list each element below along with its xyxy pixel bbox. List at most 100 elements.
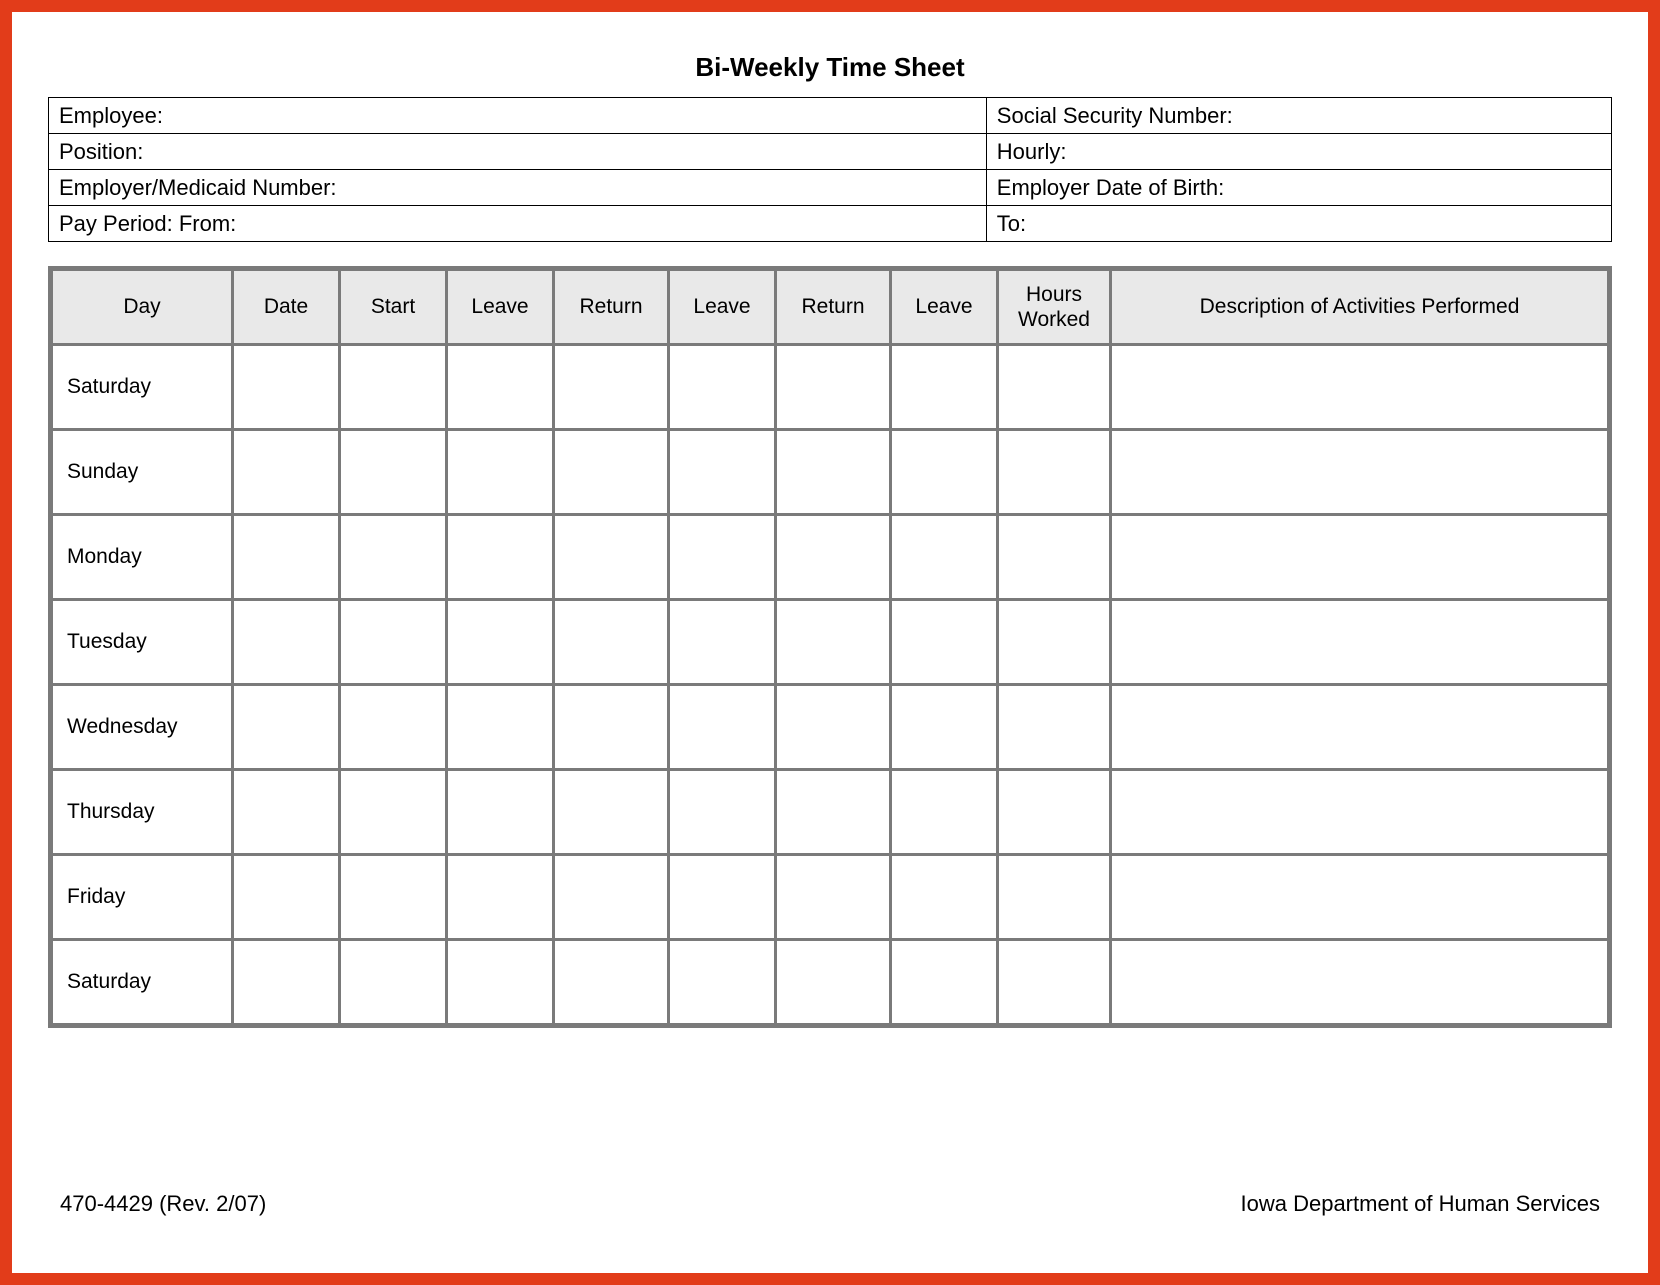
document-frame: Bi-Weekly Time Sheet Employee: Social Se… <box>0 0 1660 1285</box>
description-cell <box>1112 431 1607 513</box>
agency-name: Iowa Department of Human Services <box>1241 1191 1601 1217</box>
header-start: Start <box>341 271 445 343</box>
grid-header-row: Day Date Start Leave Return Leave Return… <box>53 271 1607 343</box>
leave-1-cell <box>448 771 552 853</box>
leave-3-cell <box>892 856 996 938</box>
return-2-cell <box>777 856 889 938</box>
footer: 470-4429 (Rev. 2/07) Iowa Department of … <box>60 1191 1600 1217</box>
header-description: Description of Activities Performed <box>1112 271 1607 343</box>
hours-cell <box>999 856 1109 938</box>
hours-cell <box>999 516 1109 598</box>
header-leave-3: Leave <box>892 271 996 343</box>
day-cell: Saturday <box>53 941 231 1023</box>
leave-3-cell <box>892 346 996 428</box>
return-1-cell <box>555 686 667 768</box>
header-day: Day <box>53 271 231 343</box>
header-return-2: Return <box>777 271 889 343</box>
date-cell <box>234 431 338 513</box>
description-cell <box>1112 601 1607 683</box>
leave-1-cell <box>448 856 552 938</box>
leave-2-cell <box>670 941 774 1023</box>
date-cell <box>234 601 338 683</box>
leave-2-cell <box>670 516 774 598</box>
date-cell <box>234 346 338 428</box>
page-title: Bi-Weekly Time Sheet <box>48 52 1612 83</box>
header-date: Date <box>234 271 338 343</box>
table-row: Saturday <box>53 346 1607 428</box>
return-1-cell <box>555 856 667 938</box>
day-cell: Saturday <box>53 346 231 428</box>
form-number: 470-4429 (Rev. 2/07) <box>60 1191 266 1217</box>
employer-medicaid-label: Employer/Medicaid Number: <box>49 170 987 206</box>
description-cell <box>1112 346 1607 428</box>
day-cell: Monday <box>53 516 231 598</box>
return-1-cell <box>555 346 667 428</box>
leave-3-cell <box>892 941 996 1023</box>
description-cell <box>1112 686 1607 768</box>
leave-1-cell <box>448 346 552 428</box>
start-cell <box>341 771 445 853</box>
return-2-cell <box>777 516 889 598</box>
info-table: Employee: Social Security Number: Positi… <box>48 97 1612 242</box>
start-cell <box>341 516 445 598</box>
description-cell <box>1112 856 1607 938</box>
return-1-cell <box>555 941 667 1023</box>
start-cell <box>341 856 445 938</box>
return-1-cell <box>555 516 667 598</box>
leave-3-cell <box>892 686 996 768</box>
pay-period-to-label: To: <box>986 206 1611 242</box>
hours-cell <box>999 431 1109 513</box>
leave-1-cell <box>448 601 552 683</box>
table-row: Friday <box>53 856 1607 938</box>
header-leave-1: Leave <box>448 271 552 343</box>
leave-2-cell <box>670 431 774 513</box>
date-cell <box>234 941 338 1023</box>
table-row: Wednesday <box>53 686 1607 768</box>
employee-label: Employee: <box>49 98 987 134</box>
hours-cell <box>999 686 1109 768</box>
return-2-cell <box>777 601 889 683</box>
start-cell <box>341 346 445 428</box>
description-cell <box>1112 941 1607 1023</box>
table-row: Tuesday <box>53 601 1607 683</box>
table-row: Saturday <box>53 941 1607 1023</box>
leave-3-cell <box>892 516 996 598</box>
hourly-label: Hourly: <box>986 134 1611 170</box>
day-cell: Tuesday <box>53 601 231 683</box>
return-2-cell <box>777 686 889 768</box>
return-1-cell <box>555 601 667 683</box>
date-cell <box>234 686 338 768</box>
day-cell: Wednesday <box>53 686 231 768</box>
leave-2-cell <box>670 601 774 683</box>
table-row: Sunday <box>53 431 1607 513</box>
header-return-1: Return <box>555 271 667 343</box>
table-row: Monday <box>53 516 1607 598</box>
leave-3-cell <box>892 601 996 683</box>
leave-1-cell <box>448 431 552 513</box>
leave-2-cell <box>670 771 774 853</box>
leave-1-cell <box>448 516 552 598</box>
date-cell <box>234 771 338 853</box>
hours-cell <box>999 771 1109 853</box>
timesheet-grid: Day Date Start Leave Return Leave Return… <box>48 266 1612 1028</box>
leave-2-cell <box>670 686 774 768</box>
header-hours-worked: Hours Worked <box>999 271 1109 343</box>
hours-cell <box>999 941 1109 1023</box>
return-1-cell <box>555 431 667 513</box>
start-cell <box>341 686 445 768</box>
date-cell <box>234 516 338 598</box>
leave-3-cell <box>892 431 996 513</box>
return-1-cell <box>555 771 667 853</box>
return-2-cell <box>777 771 889 853</box>
start-cell <box>341 431 445 513</box>
description-cell <box>1112 771 1607 853</box>
leave-1-cell <box>448 686 552 768</box>
date-cell <box>234 856 338 938</box>
table-row: Thursday <box>53 771 1607 853</box>
start-cell <box>341 601 445 683</box>
description-cell <box>1112 516 1607 598</box>
hours-cell <box>999 346 1109 428</box>
leave-2-cell <box>670 856 774 938</box>
day-cell: Sunday <box>53 431 231 513</box>
day-cell: Thursday <box>53 771 231 853</box>
